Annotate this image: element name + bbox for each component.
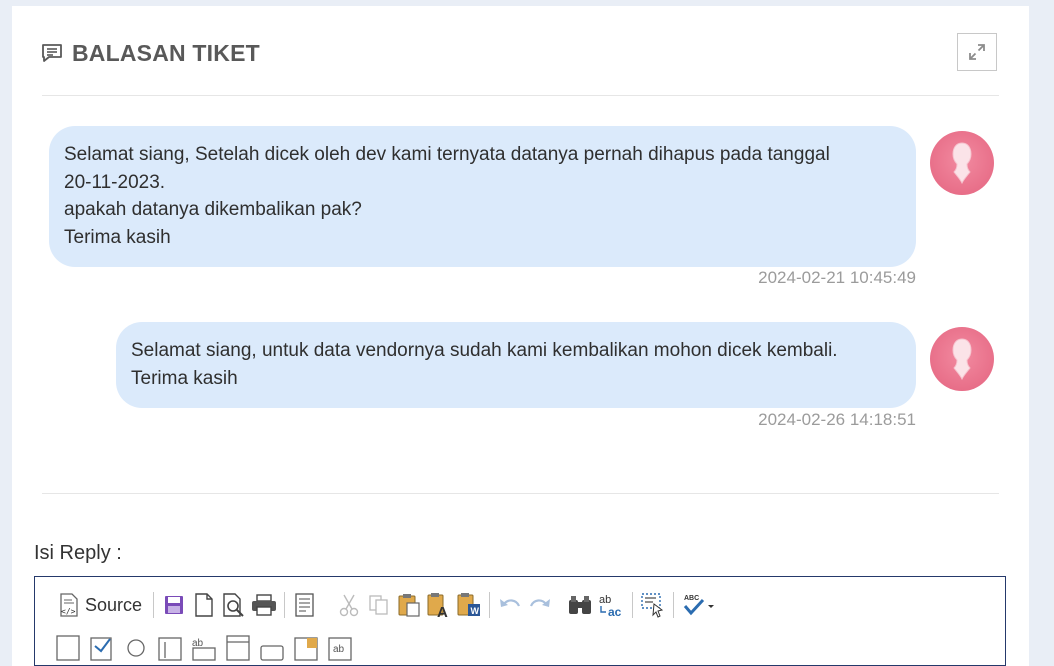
paste-text-button[interactable]: A <box>426 590 452 620</box>
avatar <box>930 327 994 391</box>
paste-text-icon: A <box>427 593 448 618</box>
cut-icon <box>339 594 359 617</box>
reply-label: Isi Reply : <box>34 542 122 564</box>
spellcheck-icon: ABC <box>683 595 715 616</box>
avatar <box>930 131 994 195</box>
svg-text:W: W <box>471 606 480 616</box>
preview-icon <box>223 593 244 617</box>
form-icon[interactable] <box>55 632 81 662</box>
preview-button[interactable] <box>221 590 247 620</box>
undo-button[interactable] <box>497 590 523 620</box>
message-timestamp: 2024-02-26 14:18:51 <box>758 410 916 429</box>
message-text: apakah datanya dikembalikan pak? <box>64 199 362 220</box>
divider <box>42 493 999 494</box>
textfield-icon[interactable] <box>157 632 183 662</box>
comment-icon <box>42 44 62 62</box>
select-field-icon[interactable] <box>225 632 251 662</box>
copy-icon <box>369 595 388 615</box>
spellcheck-button[interactable]: ABC <box>681 590 717 620</box>
cut-button[interactable] <box>336 590 362 620</box>
source-label: Source <box>85 594 143 615</box>
source-icon: </> <box>60 593 78 617</box>
divider <box>42 95 999 96</box>
paste-icon <box>398 594 420 617</box>
svg-text:ab: ab <box>192 638 204 649</box>
message-timestamp: 2024-02-21 10:45:49 <box>758 268 916 287</box>
message-bubble: Selamat siang, untuk data vendornya suda… <box>116 322 916 408</box>
editor-toolbar-row-2: ab ab <box>51 632 357 662</box>
svg-text:ac: ac <box>608 605 622 618</box>
new-page-icon <box>195 593 213 617</box>
find-icon <box>569 596 592 614</box>
paste-word-icon: W <box>457 593 481 616</box>
user-silhouette-icon <box>952 142 972 185</box>
editor-toolbar: </> Source A W ab ac ABC <box>51 589 719 621</box>
panel-title: BALASAN TIKET <box>72 39 260 66</box>
message-text: Selamat siang, untuk data vendornya suda… <box>131 340 838 361</box>
message-text: Terima kasih <box>131 367 238 389</box>
user-silhouette-icon <box>952 338 972 381</box>
message-text: Selamat siang, Setelah dicek oleh dev ka… <box>64 144 830 165</box>
replace-button[interactable]: ab ac <box>597 590 625 620</box>
select-all-icon <box>641 593 664 618</box>
message-text: 20-11-2023. <box>64 171 166 193</box>
radio-icon[interactable] <box>123 632 149 662</box>
source-button[interactable]: </> Source <box>53 590 146 620</box>
new-page-button[interactable] <box>191 590 217 620</box>
expand-icon <box>969 44 985 60</box>
print-icon <box>252 594 277 616</box>
button-field-icon[interactable] <box>259 632 285 662</box>
svg-text:ABC: ABC <box>684 595 699 602</box>
panel-header: BALASAN TIKET <box>40 36 260 70</box>
textarea-icon[interactable]: ab <box>191 632 217 662</box>
message-text: Terima kasih <box>64 226 171 248</box>
save-icon <box>165 596 184 614</box>
templates-icon <box>295 593 314 617</box>
ticket-reply-panel: BALASAN TIKET Selamat siang, Setelah dic… <box>12 6 1029 666</box>
rich-text-editor[interactable]: </> Source A W ab ac ABC ab ab <box>34 576 1006 666</box>
copy-button[interactable] <box>366 590 392 620</box>
image-button-icon[interactable] <box>293 632 319 662</box>
paste-button[interactable] <box>396 590 422 620</box>
redo-icon <box>530 599 551 607</box>
undo-icon <box>500 599 521 607</box>
hidden-field-icon[interactable]: ab <box>327 632 353 662</box>
save-button[interactable] <box>161 590 187 620</box>
select-all-button[interactable] <box>640 590 666 620</box>
redo-button[interactable] <box>527 590 553 620</box>
svg-text:A: A <box>437 604 448 618</box>
paste-word-button[interactable]: W <box>456 590 482 620</box>
expand-button[interactable] <box>957 33 997 71</box>
svg-text:</>: </> <box>61 607 76 616</box>
replace-icon: ab ac <box>599 594 622 618</box>
message-bubble: Selamat siang, Setelah dicek oleh dev ka… <box>49 126 916 267</box>
checkbox-icon[interactable] <box>89 632 115 662</box>
templates-button[interactable] <box>292 590 318 620</box>
print-button[interactable] <box>251 590 277 620</box>
find-button[interactable] <box>567 590 593 620</box>
